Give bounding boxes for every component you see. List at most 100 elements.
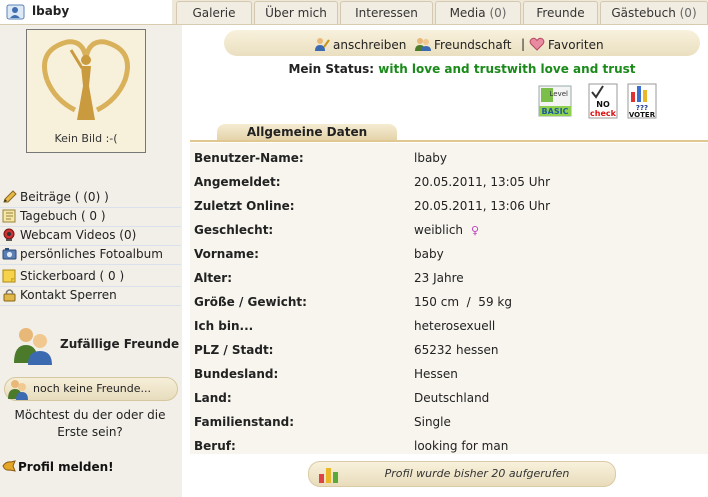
user-name: lbaby	[32, 4, 70, 18]
sidebar-item-label: persönliches Fotoalbum	[20, 247, 163, 261]
lock-icon	[3, 289, 16, 302]
user-name-tab[interactable]: lbaby	[0, 0, 172, 25]
row-value: Single	[414, 415, 451, 429]
table-row: Bundesland: Hessen	[190, 361, 708, 385]
profile-data-table: Benutzer-Name: lbaby Angemeldet: 20.05.2…	[190, 143, 708, 454]
row-key: Beruf:	[194, 439, 236, 453]
table-row: PLZ / Stadt: 65232 hessen	[190, 337, 708, 361]
table-row: Geschlecht: weiblich ♀	[190, 217, 708, 241]
row-key: Vorname:	[194, 247, 259, 261]
row-value: 23 Jahre	[414, 271, 464, 285]
gender-value: weiblich	[414, 223, 464, 237]
tab-interessen[interactable]: Interessen	[340, 1, 433, 24]
report-icon	[2, 460, 16, 472]
tab-ueber-mich[interactable]: Über mich	[254, 1, 338, 24]
row-key: Ich bin...	[194, 319, 254, 333]
table-row: Beruf: looking for man	[190, 433, 708, 457]
sidebar-item-label: Tagebuch ( 0 )	[20, 209, 106, 223]
badge-no-text: NO	[596, 100, 610, 109]
tab-gaestebuch[interactable]: Gästebuch (0)	[600, 1, 708, 24]
row-value: 20.05.2011, 13:06 Uhr	[414, 199, 551, 213]
write-message-button[interactable]: anschreiben	[314, 37, 406, 52]
section-divider	[190, 140, 708, 142]
no-check-badge[interactable]: NO check	[586, 80, 620, 120]
separator: |	[521, 37, 526, 51]
row-value: 65232 hessen	[414, 343, 499, 357]
be-first-question-2: Erste sein?	[57, 425, 123, 439]
no-friends-label: noch keine Freunde...	[33, 382, 152, 395]
badge-check-text: check	[590, 109, 617, 118]
profile-views-counter: Profil wurde bisher 20 aufgerufen	[308, 461, 616, 487]
row-value: weiblich ♀	[414, 223, 479, 237]
sidebar-item-stickerboard[interactable]: Stickerboard ( 0 )	[0, 267, 181, 287]
table-row: Zuletzt Online: 20.05.2011, 13:06 Uhr	[190, 193, 708, 217]
sidebar-item-label: Kontakt Sperren	[20, 288, 117, 302]
level-basic-badge[interactable]: Level BASIC	[538, 80, 572, 120]
table-row: Angemeldet: 20.05.2011, 13:05 Uhr	[190, 169, 708, 193]
favorites-button[interactable]: Favoriten	[529, 37, 604, 52]
row-value: baby	[414, 247, 444, 261]
tab-galerie[interactable]: Galerie	[176, 1, 252, 24]
row-key: Familienstand:	[194, 415, 295, 429]
tab-label: Interessen	[355, 6, 418, 20]
table-row: Land: Deutschland	[190, 385, 708, 409]
friends-small-icon	[8, 380, 28, 400]
row-value: 150 cm / 59 kg	[414, 295, 512, 309]
voter-badge[interactable]: ??? VOTER	[625, 80, 659, 120]
tab-label: Galerie	[192, 6, 236, 20]
views-label: Profil wurde bisher 20 aufgerufen	[384, 467, 570, 480]
status-value: with love and trustwith love and trust	[378, 62, 636, 76]
badge-basic-text: BASIC	[542, 107, 569, 116]
sidebar-item-webcam-videos[interactable]: Webcam Videos (0)	[0, 226, 181, 246]
sticker-icon	[2, 269, 16, 283]
user-profile-icon	[6, 4, 25, 20]
badge-level-text: Level	[550, 90, 569, 98]
tab-label: Gästebuch	[611, 6, 676, 20]
sidebar-item-label: Webcam Videos (0)	[20, 228, 137, 242]
tab-label: Über mich	[265, 6, 327, 20]
heart-icon	[529, 37, 545, 51]
diary-icon	[2, 209, 16, 223]
sidebar-item-fotoalbum[interactable]: persönliches Fotoalbum	[0, 245, 181, 265]
tab-label: Media	[449, 6, 486, 20]
row-key: Land:	[194, 391, 232, 405]
friends-icon	[14, 328, 52, 365]
row-key: Alter:	[194, 271, 232, 285]
report-profile-link[interactable]: Profil melden!	[2, 460, 114, 474]
row-value: 20.05.2011, 13:05 Uhr	[414, 175, 551, 189]
write-message-label: anschreiben	[333, 38, 407, 52]
webcam-icon	[3, 228, 15, 241]
row-value: Deutschland	[414, 391, 490, 405]
avatar-caption: Kein Bild :-(	[54, 132, 118, 145]
sidebar-item-tagebuch[interactable]: Tagebuch ( 0 )	[0, 207, 181, 227]
row-value: Hessen	[414, 367, 458, 381]
tab-media[interactable]: Media (0)	[435, 1, 521, 24]
friendship-icon	[415, 38, 431, 51]
pencil-icon	[3, 190, 17, 203]
row-key: Angemeldet:	[194, 175, 281, 189]
table-row: Familienstand: Single	[190, 409, 708, 433]
camera-icon	[2, 248, 17, 260]
row-key: Zuletzt Online:	[194, 199, 295, 213]
table-row: Alter: 23 Jahre	[190, 265, 708, 289]
random-friends-title: Zufällige Freunde	[60, 337, 180, 351]
row-key: Bundesland:	[194, 367, 279, 381]
sidebar-item-label: Stickerboard ( 0 )	[20, 269, 125, 283]
avatar[interactable]: Kein Bild :-(	[26, 29, 146, 153]
table-row: Größe / Gewicht: 150 cm / 59 kg	[190, 289, 708, 313]
tab-label: Freunde	[536, 6, 585, 20]
profile-tabs: Galerie Über mich Interessen Media (0) F…	[172, 0, 708, 25]
row-key: PLZ / Stadt:	[194, 343, 274, 357]
row-key: Benutzer-Name:	[194, 151, 304, 165]
tab-freunde[interactable]: Freunde	[523, 1, 598, 24]
table-row: Ich bin... heterosexuell	[190, 313, 708, 337]
my-status: Mein Status: with love and trustwith lov…	[224, 62, 700, 76]
friendship-button[interactable]: Freundschaft	[415, 37, 511, 52]
no-friends-pill: noch keine Freunde...	[4, 377, 178, 401]
tab-count: (0)	[679, 6, 697, 20]
sidebar-item-kontakt-sperren[interactable]: Kontakt Sperren	[0, 286, 181, 306]
row-value: lbaby	[414, 151, 448, 165]
badge-voter-text: VOTER	[629, 111, 656, 119]
tab-count: (0)	[489, 6, 507, 20]
sidebar-item-beitraege[interactable]: Beiträge ( (0) )	[0, 188, 181, 208]
